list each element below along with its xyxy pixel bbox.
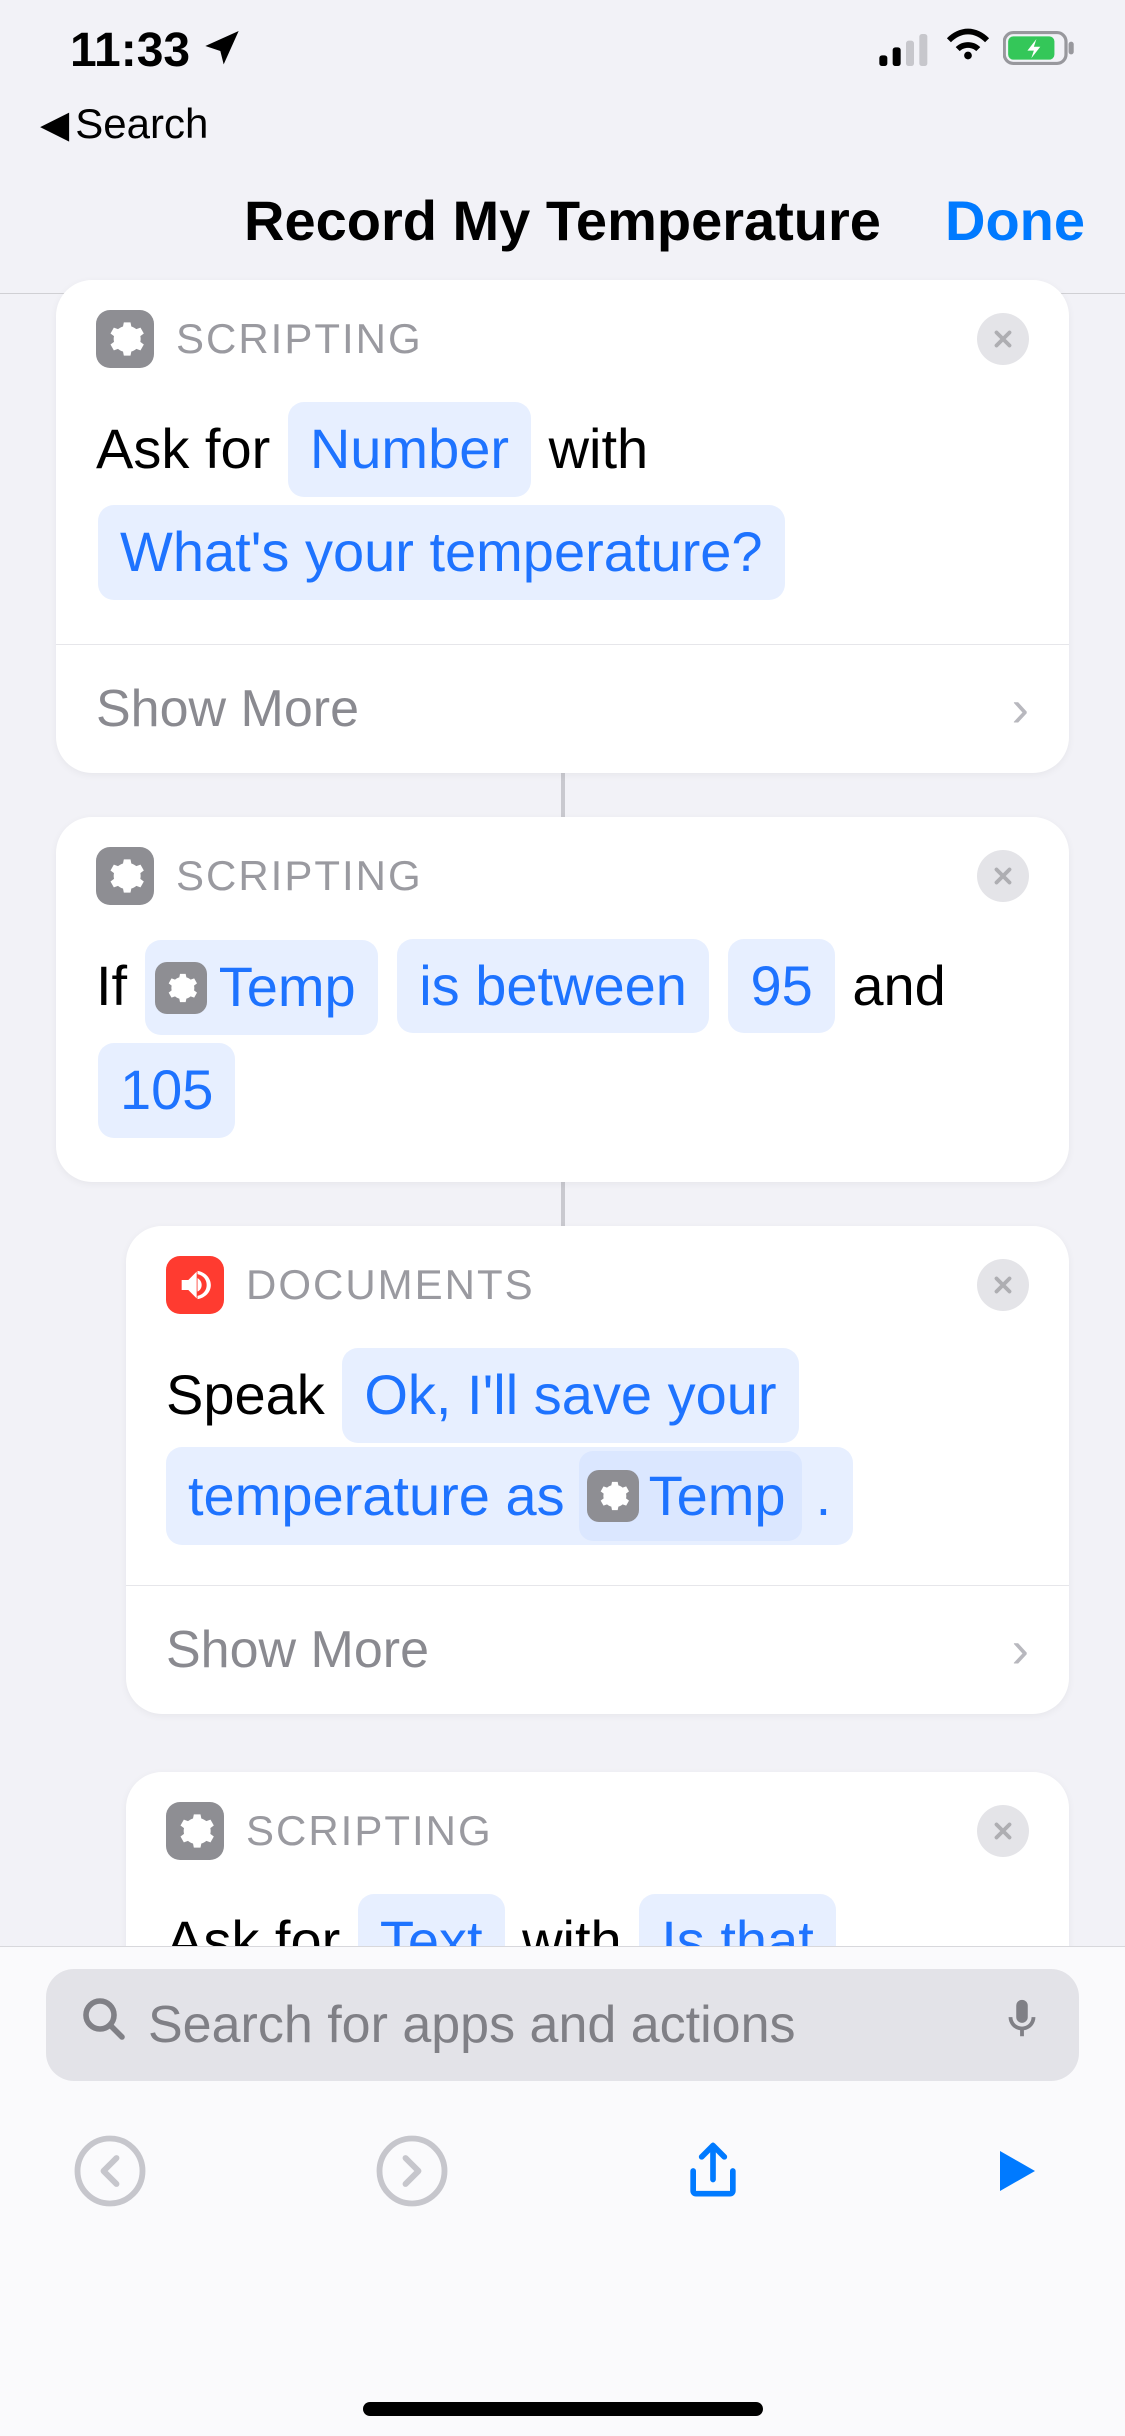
battery-charging-icon [1003, 23, 1075, 78]
card-body: Ask for Number with What's your temperat… [56, 378, 1069, 644]
action-card-ask-text[interactable]: SCRIPTING Ask for Text with Is that [126, 1772, 1069, 1946]
token-input-type[interactable]: Number [288, 402, 531, 497]
delete-action-button[interactable] [977, 1259, 1029, 1311]
token-variable-temp[interactable]: Temp [145, 940, 378, 1035]
text-ask-for: Ask for [166, 1909, 340, 1946]
card-category: SCRIPTING [246, 1807, 493, 1855]
variable-name: Temp [649, 1453, 786, 1540]
show-more-row[interactable]: Show More › [126, 1585, 1069, 1714]
action-card-speak[interactable]: DOCUMENTS Speak Ok, I'll save your tempe… [126, 1226, 1069, 1715]
connector-line [561, 1182, 565, 1226]
text-ask-for: Ask for [96, 417, 270, 480]
card-category: SCRIPTING [176, 852, 423, 900]
show-more-label: Show More [96, 679, 359, 739]
token-prompt[interactable]: Is that [639, 1894, 836, 1946]
card-header: SCRIPTING [56, 817, 1069, 915]
search-bar[interactable] [46, 1969, 1079, 2081]
home-indicator[interactable] [363, 2402, 763, 2416]
connector-line [561, 773, 565, 817]
microphone-icon[interactable] [999, 1995, 1045, 2055]
variable-name: Temp [219, 944, 356, 1031]
token-speak-text-line1[interactable]: Ok, I'll save your [342, 1348, 798, 1443]
gear-icon [587, 1470, 639, 1522]
delete-action-button[interactable] [977, 850, 1029, 902]
gear-icon [96, 847, 154, 905]
breadcrumb-back[interactable]: ◀ Search [0, 100, 1125, 168]
chevron-right-icon: › [1012, 1620, 1029, 1680]
card-header: SCRIPTING [56, 280, 1069, 378]
show-more-row[interactable]: Show More › [56, 644, 1069, 773]
gear-icon [166, 1802, 224, 1860]
chevron-right-icon: › [1012, 679, 1029, 739]
card-category: SCRIPTING [176, 315, 423, 363]
action-card-ask-number[interactable]: SCRIPTING Ask for Number with What's you… [56, 280, 1069, 773]
bottom-toolbar [0, 2081, 1125, 2211]
text-if: If [96, 954, 127, 1017]
bottom-panel [0, 1946, 1125, 2436]
gear-icon [155, 962, 207, 1014]
show-more-label: Show More [166, 1620, 429, 1680]
text-and: and [852, 954, 945, 1017]
text-with: with [522, 1909, 622, 1946]
search-input[interactable] [148, 1995, 979, 2055]
undo-button[interactable] [70, 2131, 150, 2211]
page-title: Record My Temperature [244, 188, 881, 253]
actions-scroll[interactable]: SCRIPTING Ask for Number with What's you… [0, 270, 1125, 1946]
signal-icon [879, 23, 933, 78]
action-card-if[interactable]: SCRIPTING If Temp is between 95 and 105 [56, 817, 1069, 1182]
card-body: Ask for Text with Is that [126, 1870, 1069, 1946]
status-time: 11:33 [70, 23, 190, 78]
token-low-value[interactable]: 95 [728, 939, 834, 1034]
speaker-icon [166, 1256, 224, 1314]
redo-button[interactable] [372, 2131, 452, 2211]
wifi-icon [945, 21, 991, 79]
delete-action-button[interactable] [977, 1805, 1029, 1857]
search-icon [80, 1995, 128, 2056]
back-chevron-icon: ◀ [40, 102, 69, 147]
card-header: SCRIPTING [126, 1772, 1069, 1870]
gear-icon [96, 310, 154, 368]
share-button[interactable] [673, 2131, 753, 2211]
card-header: DOCUMENTS [126, 1226, 1069, 1324]
token-high-value[interactable]: 105 [98, 1043, 235, 1138]
token-condition[interactable]: is between [397, 939, 709, 1034]
card-body: If Temp is between 95 and 105 [56, 915, 1069, 1182]
token-prompt[interactable]: What's your temperature? [98, 505, 785, 600]
play-button[interactable] [975, 2131, 1055, 2211]
inline-variable-temp[interactable]: Temp [579, 1451, 802, 1542]
breadcrumb-label: Search [75, 100, 208, 148]
token-speak-text-line2[interactable]: temperature as Temp . [166, 1447, 853, 1546]
card-body: Speak Ok, I'll save your temperature as … [126, 1324, 1069, 1586]
status-bar: 11:33 [0, 0, 1125, 100]
card-category: DOCUMENTS [246, 1261, 535, 1309]
done-button[interactable]: Done [945, 188, 1085, 253]
text-with: with [549, 417, 649, 480]
location-arrow-icon [202, 23, 242, 78]
speak-text-suffix: . [816, 1453, 832, 1540]
speak-text-part: temperature as [188, 1453, 565, 1540]
delete-action-button[interactable] [977, 313, 1029, 365]
token-input-type[interactable]: Text [358, 1894, 505, 1946]
text-speak: Speak [166, 1363, 325, 1426]
